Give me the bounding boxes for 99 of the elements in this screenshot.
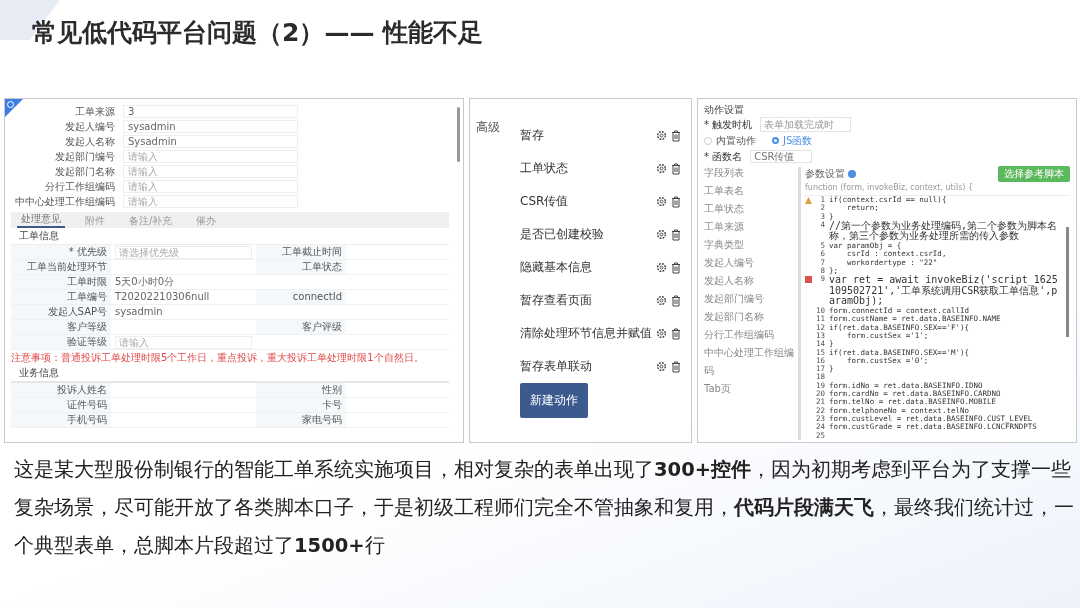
- tab[interactable]: 备注/补充: [125, 215, 177, 228]
- slide-title: 常见低代码平台问题（2）—— 性能不足: [32, 17, 485, 49]
- notice-text: 注意事项：普通投诉工单处理时限5个工作日，重点投诉，重大投诉工单处理时限1个自然日。: [11, 351, 425, 365]
- trash-icon[interactable]: [671, 360, 681, 373]
- field-list-item[interactable]: 中中心处理工作组编: [704, 347, 794, 359]
- field-label: 工单编号: [67, 291, 107, 302]
- gear-icon[interactable]: [656, 196, 667, 207]
- field-label: 发起部门名称: [54, 165, 115, 178]
- trash-icon[interactable]: [671, 261, 681, 274]
- field-value: sysadmin: [115, 305, 163, 319]
- field-label: 验证等级: [67, 336, 107, 347]
- field-label: 工单时限: [67, 276, 107, 287]
- scrollbar[interactable]: [457, 107, 460, 162]
- field-label: * 函数名: [704, 149, 743, 164]
- field-label: 工单状态: [302, 261, 342, 272]
- field-list-item[interactable]: 发起部门名称: [704, 311, 764, 323]
- field-label: 性别: [322, 384, 342, 395]
- field-list-item[interactable]: 发起人编号: [704, 257, 754, 269]
- error-icon: [805, 276, 812, 284]
- field-value: T20202210306null: [115, 290, 210, 304]
- trash-icon[interactable]: [671, 129, 681, 142]
- group-label: 高级: [476, 119, 501, 136]
- input-field[interactable]: 请输入: [115, 335, 252, 349]
- input-field[interactable]: sysadmin: [123, 120, 298, 133]
- input-field[interactable]: 请选择优先级: [115, 245, 252, 259]
- field-label: 证件号码: [67, 399, 107, 410]
- trash-icon[interactable]: [671, 195, 681, 208]
- input-field[interactable]: 请输入: [123, 165, 298, 178]
- field-list-item[interactable]: 工单来源: [704, 221, 744, 233]
- action-item[interactable]: 暂存: [520, 127, 652, 144]
- trash-icon[interactable]: [671, 327, 681, 340]
- field-list-item[interactable]: 工单表名: [704, 185, 744, 197]
- input-field[interactable]: CSR传值: [750, 150, 813, 163]
- action-item[interactable]: 隐藏基本信息: [520, 259, 652, 276]
- gear-icon[interactable]: [656, 361, 667, 372]
- reference-script-button[interactable]: 选择参考脚本: [998, 166, 1070, 182]
- field-label: 发起人编号: [64, 120, 115, 133]
- field-list-item[interactable]: 分行工作组编码: [704, 329, 774, 341]
- field-label: 手机号码: [67, 414, 107, 425]
- field-label: 工单当前处理环节: [27, 261, 107, 272]
- panel-title: 动作设置: [704, 104, 745, 116]
- input-field[interactable]: Sysadmin: [123, 135, 298, 148]
- trash-icon[interactable]: [671, 162, 681, 175]
- action-item[interactable]: 清除处理环节信息并赋值: [520, 325, 652, 342]
- gear-icon[interactable]: [656, 130, 667, 141]
- field-list-item[interactable]: 码: [704, 365, 714, 377]
- field-label: 中中心处理工作组编码: [14, 195, 115, 208]
- field-label: 发起部门编号: [54, 150, 115, 163]
- field-label: 工单截止时间: [282, 246, 342, 257]
- field-list-item[interactable]: 工单状态: [704, 203, 744, 215]
- field-list-item[interactable]: 发起部门编号: [704, 293, 764, 305]
- trigger-select[interactable]: 表单加载完成时: [760, 117, 852, 132]
- input-field[interactable]: 3: [123, 105, 298, 118]
- code-line: //第一个参数为业务处理编码,第二个参数为脚本名称，第三个参数为业务处理所需的传入参数: [829, 220, 1059, 243]
- field-label: 客户评级: [302, 321, 342, 332]
- field-label: 客户等级: [67, 321, 107, 332]
- input-field[interactable]: 请输入: [123, 180, 298, 193]
- field-label: 工单来源: [74, 105, 115, 118]
- input-field[interactable]: 请输入: [123, 195, 298, 208]
- section-title: 参数设置: [805, 167, 845, 181]
- field-label: connectId: [292, 291, 342, 302]
- gear-icon[interactable]: [656, 295, 667, 306]
- radio-label[interactable]: 内置动作: [716, 133, 756, 148]
- field-list-item[interactable]: 发起人名称: [704, 275, 754, 287]
- function-signature: function (form, invokeBiz, context, utils) {: [805, 183, 975, 193]
- tab[interactable]: 催办: [192, 215, 221, 228]
- gear-icon[interactable]: [656, 328, 667, 339]
- input-field[interactable]: 请输入: [123, 150, 298, 163]
- action-item[interactable]: 暂存查看页面: [520, 292, 652, 309]
- field-label: 发起人名称: [64, 135, 115, 148]
- gear-icon[interactable]: [656, 262, 667, 273]
- action-item[interactable]: CSR传值: [520, 193, 652, 210]
- info-icon: [848, 170, 856, 178]
- radio-button[interactable]: [772, 137, 779, 144]
- field-label: * 触发时机: [704, 117, 753, 132]
- action-item[interactable]: 暂存表单联动: [520, 358, 652, 375]
- field-label: 分行工作组编码: [44, 180, 115, 193]
- list-title: 字段列表: [704, 167, 745, 179]
- field-label: 投诉人姓名: [57, 384, 107, 395]
- trash-icon[interactable]: [671, 294, 681, 307]
- field-label: 家电号码: [302, 414, 342, 425]
- tab[interactable]: 附件: [81, 215, 109, 228]
- tab[interactable]: 处理意见: [17, 213, 65, 228]
- field-label: 发起人SAP号: [47, 306, 107, 317]
- code-line: var ret = await invokeBiz('script_1625109502721','工单系统调用CSR获取工单信息',paramObj);: [829, 275, 1059, 308]
- field-value: 5天0小时0分: [115, 275, 175, 289]
- warning-icon: [805, 197, 812, 204]
- gear-icon[interactable]: [656, 163, 667, 174]
- action-item[interactable]: 是否已创建校验: [520, 226, 652, 243]
- new-action-button[interactable]: 新建动作: [520, 383, 588, 418]
- radio-label[interactable]: JS函数: [783, 133, 813, 148]
- trash-icon[interactable]: [671, 228, 681, 241]
- field-list-item[interactable]: 字典类型: [704, 239, 744, 251]
- field-label: * 优先级: [68, 246, 107, 257]
- scrollbar[interactable]: [1066, 227, 1069, 337]
- field-label: 卡号: [322, 399, 342, 410]
- action-item[interactable]: 工单状态: [520, 160, 652, 177]
- gear-icon[interactable]: [656, 229, 667, 240]
- field-list-item[interactable]: Tab页: [704, 383, 731, 395]
